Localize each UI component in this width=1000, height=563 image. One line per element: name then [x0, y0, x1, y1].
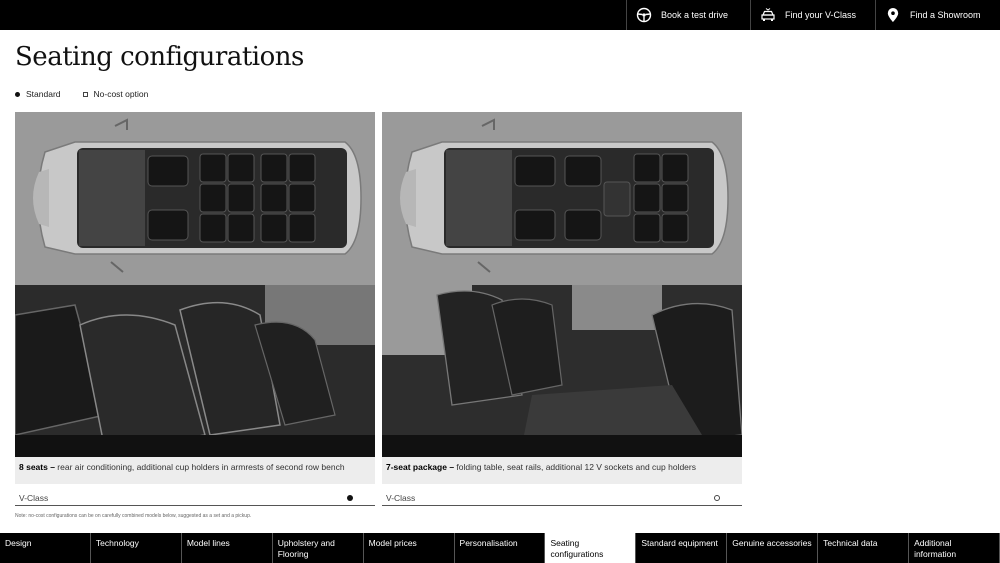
bottom-navigation: Design Technology Model lines Upholstery… — [0, 533, 1000, 563]
model-availability-row-8-seats: V-Class — [15, 488, 375, 506]
van-top-view-image-7-seats — [382, 112, 742, 285]
find-v-class-button[interactable]: Find your V-Class — [750, 0, 875, 30]
no-cost-square-icon — [82, 91, 88, 97]
nav-item-genuine-accessories[interactable]: Genuine accessories — [727, 533, 819, 563]
footnote: Note: no-cost configurations can be on c… — [15, 513, 252, 519]
availability-legend: Standard No-cost option — [15, 89, 148, 99]
find-showroom-button[interactable]: Find a Showroom — [875, 0, 1000, 30]
model-name-8-seats: V-Class — [19, 493, 49, 503]
standard-dot-icon — [347, 495, 353, 501]
book-test-drive-label: Book a test drive — [661, 10, 729, 20]
caption-8-seats-title: 8 seats – — [19, 462, 55, 472]
book-test-drive-button[interactable]: Book a test drive — [626, 0, 750, 30]
model-name-7-seats: V-Class — [386, 493, 416, 503]
nav-item-technical-data[interactable]: Technical data — [818, 533, 910, 563]
nav-item-standard-equipment[interactable]: Standard equipment — [636, 533, 728, 563]
nav-item-personalisation[interactable]: Personalisation — [455, 533, 546, 563]
steering-wheel-icon — [635, 6, 653, 24]
page-title: Seating configurations — [15, 42, 304, 72]
top-bar: Book a test drive Find your V-Class Find… — [0, 0, 1000, 30]
legend-no-cost-label: No-cost option — [93, 89, 149, 99]
nav-item-additional-information[interactable]: Additional information — [909, 533, 1000, 563]
nav-item-seating-configurations[interactable]: Seating configurations — [545, 533, 637, 563]
interior-image-7-seats — [382, 285, 742, 457]
nav-item-model-prices[interactable]: Model prices — [364, 533, 455, 563]
car-search-icon — [759, 6, 777, 24]
nav-item-model-lines[interactable]: Model lines — [182, 533, 273, 563]
find-showroom-label: Find a Showroom — [910, 10, 981, 20]
find-v-class-label: Find your V-Class — [785, 10, 857, 20]
nav-item-design[interactable]: Design — [0, 533, 91, 563]
nav-item-upholstery-flooring[interactable]: Upholstery and Flooring — [273, 533, 364, 563]
caption-7-seat-title: 7-seat package – — [386, 462, 455, 472]
seating-card-8-seats: 8 seats – rear air conditioning, additio… — [15, 112, 375, 506]
seating-card-7-seat-package: 7-seat package – folding table, seat rai… — [382, 112, 742, 506]
caption-8-seats: 8 seats – rear air conditioning, additio… — [15, 457, 375, 484]
caption-7-seat-package: 7-seat package – folding table, seat rai… — [382, 457, 742, 484]
van-top-view-image-8-seats — [15, 112, 375, 285]
no-cost-option-circle-icon — [714, 495, 720, 501]
legend-standard-label: Standard — [26, 89, 61, 99]
nav-item-technology[interactable]: Technology — [91, 533, 182, 563]
location-pin-icon — [884, 6, 902, 24]
interior-image-8-seats — [15, 285, 375, 457]
caption-8-seats-text: rear air conditioning, additional cup ho… — [54, 462, 345, 472]
model-availability-row-7-seats: V-Class — [382, 488, 742, 506]
caption-7-seat-text: folding table, seat rails, additional 12… — [454, 462, 696, 472]
standard-dot-icon — [15, 91, 20, 97]
